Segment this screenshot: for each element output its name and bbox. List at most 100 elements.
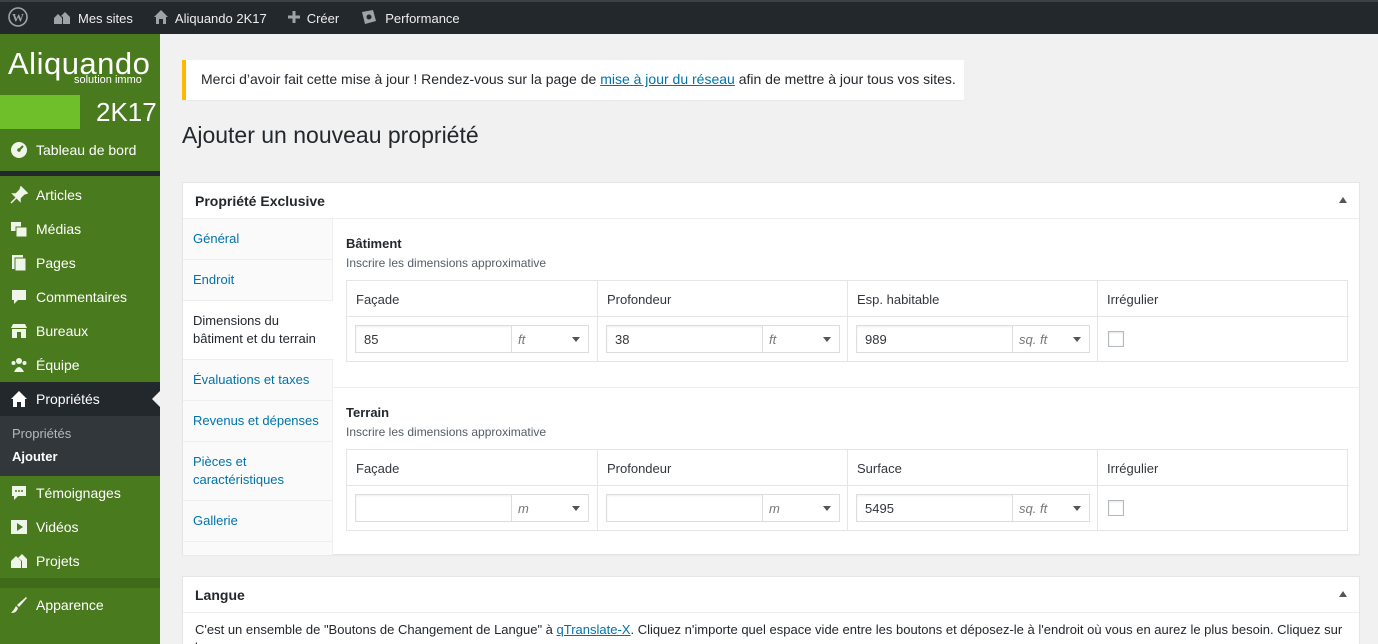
- sidebar-item-label: Témoignages: [36, 485, 121, 501]
- column-header: Esp. habitable: [848, 281, 1098, 317]
- pin-icon: [10, 186, 28, 204]
- batiment-profondeur-field: 38 ft: [606, 325, 840, 353]
- media-icon: [10, 220, 28, 238]
- batiment-title: Bâtiment: [346, 236, 402, 251]
- site-name-label: Aliquando 2K17: [174, 10, 267, 26]
- logo-accent-bar: [0, 95, 80, 129]
- network-update-link[interactable]: mise à jour du réseau: [600, 71, 735, 87]
- column-header: Irrégulier: [1098, 450, 1349, 486]
- terrain-facade-field: m: [355, 494, 589, 522]
- column-header: Surface: [848, 450, 1098, 486]
- metabox-title: Propriété Exclusive: [195, 192, 325, 209]
- langue-description: C'est un ensemble de "Boutons de Changem…: [183, 613, 1359, 644]
- projects-icon: [10, 552, 28, 570]
- tab-pieces[interactable]: Pièces et caractéristiques: [183, 442, 332, 501]
- wordpress-menu[interactable]: W: [0, 2, 42, 34]
- terrain-surface-unit-select[interactable]: sq. ft: [1013, 495, 1089, 521]
- sidebar-item-dashboard[interactable]: Tableau de bord: [0, 133, 160, 167]
- batiment-facade-unit-select[interactable]: ft: [512, 326, 588, 352]
- collapse-arrow-icon[interactable]: [1339, 197, 1347, 203]
- sidebar-item-bureaux[interactable]: Bureaux: [0, 314, 160, 348]
- batiment-habitable-unit-select[interactable]: sq. ft: [1013, 326, 1089, 352]
- sidebar-item-articles[interactable]: Articles: [0, 178, 160, 212]
- irregulier-cell: [1098, 317, 1349, 361]
- home-icon: [10, 390, 28, 408]
- brush-icon: [10, 596, 28, 614]
- new-content-label: Créer: [306, 10, 340, 26]
- sidebar-item-label: Projets: [36, 553, 80, 569]
- column-header: Façade: [347, 450, 598, 486]
- terrain-facade-unit-select[interactable]: m: [512, 495, 588, 521]
- notice-text-before: Merci d’avoir fait cette mise à jour ! R…: [201, 71, 601, 87]
- metabox-title: Langue: [195, 586, 245, 603]
- sidebar-item-videos[interactable]: Vidéos: [0, 510, 160, 544]
- logo-tagline: solution immo: [74, 74, 142, 86]
- batiment-profondeur-unit-select[interactable]: ft: [763, 326, 839, 352]
- tab-endroit[interactable]: Endroit: [183, 260, 332, 301]
- plus-icon: [287, 10, 307, 27]
- terrain-description: Inscrire les dimensions approximative: [346, 425, 547, 439]
- facade-cell: 85 ft: [347, 317, 598, 361]
- proprietes-submenu: Propriétés Ajouter: [0, 416, 160, 476]
- sidebar-item-apparence[interactable]: Apparence: [0, 588, 160, 622]
- store-icon: [10, 322, 28, 340]
- collapse-arrow-icon[interactable]: [1339, 591, 1347, 597]
- batiment-irregulier-checkbox[interactable]: [1108, 331, 1124, 347]
- sidebar-item-label: Médias: [36, 221, 82, 237]
- dashboard-icon: [10, 141, 28, 159]
- performance-menu[interactable]: Performance: [349, 2, 469, 34]
- tab-general[interactable]: Général: [183, 219, 332, 260]
- performance-icon: [359, 9, 385, 28]
- batiment-grid: Façade Profondeur Esp. habitable Irrégul…: [346, 280, 1349, 362]
- terrain-title: Terrain: [346, 405, 390, 420]
- metabox-tabs: Général Endroit Dimensions du bâtiment e…: [183, 219, 333, 555]
- terrain-grid: Façade Profondeur Surface Irrégulier m m: [346, 449, 1349, 531]
- langue-text-before: C'est un ensemble de "Boutons de Changem…: [195, 622, 557, 637]
- terrain-profondeur-input[interactable]: [607, 495, 763, 521]
- tab-revenus[interactable]: Revenus et dépenses: [183, 401, 332, 442]
- pages-icon: [10, 254, 28, 272]
- sidebar-item-equipe[interactable]: Équipe: [0, 348, 160, 382]
- habitable-cell: 989 sq. ft: [848, 317, 1098, 361]
- sidebar-item-pages[interactable]: Pages: [0, 246, 160, 280]
- sidebar-item-label: Commentaires: [36, 289, 128, 305]
- tab-gallerie[interactable]: Gallerie: [183, 501, 332, 542]
- column-header: Profondeur: [598, 281, 848, 317]
- column-header: Profondeur: [598, 450, 848, 486]
- submenu-item-ajouter[interactable]: Ajouter: [0, 445, 160, 468]
- batiment-facade-input[interactable]: 85: [356, 326, 512, 352]
- batiment-habitable-input[interactable]: 989: [857, 326, 1013, 352]
- surface-cell: 5495 sq. ft: [848, 486, 1098, 530]
- facade-cell: m: [347, 486, 598, 530]
- terrain-surface-input[interactable]: 5495: [857, 495, 1013, 521]
- terrain-facade-input[interactable]: [356, 495, 512, 521]
- sidebar-item-proprietes[interactable]: Propriétés: [0, 382, 160, 416]
- terrain-profondeur-unit-select[interactable]: m: [763, 495, 839, 521]
- tab-evaluations[interactable]: Évaluations et taxes: [183, 360, 332, 401]
- sidebar-item-label: Tableau de bord: [36, 142, 137, 158]
- tab-dimensions[interactable]: Dimensions du bâtiment et du terrain: [183, 301, 333, 360]
- new-content-menu[interactable]: Créer: [277, 2, 350, 34]
- irregulier-cell: [1098, 486, 1349, 530]
- terrain-irregulier-checkbox[interactable]: [1108, 500, 1124, 516]
- groups-icon: [10, 356, 28, 374]
- batiment-section: Bâtiment Inscrire les dimensions approxi…: [334, 219, 1360, 387]
- sidebar-item-medias[interactable]: Médias: [0, 212, 160, 246]
- sites-icon: [52, 9, 78, 28]
- batiment-profondeur-input[interactable]: 38: [607, 326, 763, 352]
- sidebar-item-projets[interactable]: Projets: [0, 544, 160, 578]
- metabox-header[interactable]: Langue: [183, 577, 1359, 613]
- submenu-item-proprietes[interactable]: Propriétés: [0, 422, 160, 445]
- column-header: Irrégulier: [1098, 281, 1349, 317]
- sidebar-item-temoignages[interactable]: Témoignages: [0, 476, 160, 510]
- sidebar-item-label: Articles: [36, 187, 82, 203]
- site-name-menu[interactable]: Aliquando 2K17: [143, 2, 277, 34]
- sidebar-item-comments[interactable]: Commentaires: [0, 280, 160, 314]
- batiment-description: Inscrire les dimensions approximative: [346, 256, 547, 270]
- dimensions-panel: Bâtiment Inscrire les dimensions approxi…: [334, 219, 1360, 555]
- sidebar-item-label: Bureaux: [36, 323, 89, 339]
- my-sites-menu[interactable]: Mes sites: [42, 2, 143, 34]
- metabox-header[interactable]: Propriété Exclusive: [183, 183, 1359, 219]
- site-logo[interactable]: Aliquando solution immo 2K17: [0, 34, 160, 129]
- qtranslate-link[interactable]: qTranslate-X: [557, 622, 631, 637]
